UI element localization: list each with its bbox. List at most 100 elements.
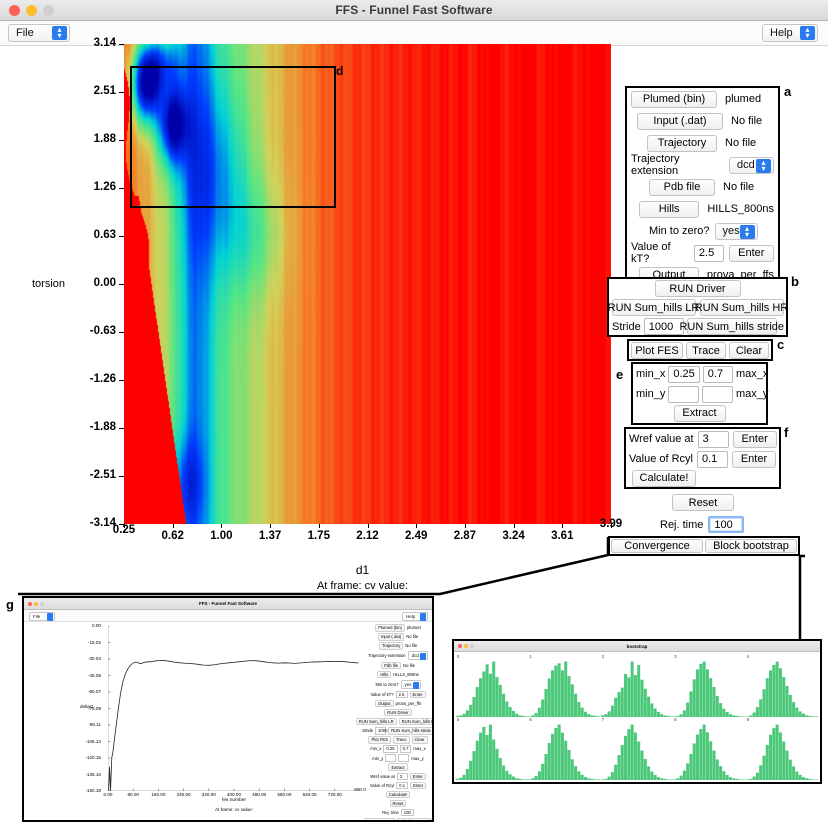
plumed-bin-button[interactable]: Plumed (bin) bbox=[631, 91, 717, 108]
bootstrap-histogram-bar bbox=[634, 732, 637, 780]
min-y-input[interactable] bbox=[668, 386, 699, 403]
bootstrap-histogram-bar bbox=[459, 778, 462, 780]
window-g-button[interactable]: Calculate! bbox=[386, 791, 411, 799]
window-g-input[interactable]: 2.5 bbox=[396, 691, 408, 699]
help-menu-dropdown[interactable]: Help ▴▾ bbox=[762, 24, 818, 42]
min-x-input[interactable]: 0.25 bbox=[668, 366, 699, 383]
fes-x-tick-label: 3.61 bbox=[536, 530, 588, 542]
pdb-file-button[interactable]: Pdb file bbox=[649, 179, 715, 196]
window-g-label: Stride bbox=[362, 728, 373, 733]
row-hills: Hills HILLS_800ns bbox=[627, 198, 778, 220]
bootstrap-histogram-bar bbox=[555, 728, 558, 780]
bootstrap-histogram-bar bbox=[723, 709, 726, 717]
window-g-input[interactable] bbox=[385, 754, 396, 762]
panel-e-letter: e bbox=[616, 367, 623, 382]
bootstrap-histogram-bar bbox=[769, 735, 772, 780]
tab-block-bootstrap[interactable]: Block bootstrap bbox=[705, 539, 797, 553]
convergence-line-plot[interactable] bbox=[108, 626, 360, 791]
bootstrap-histogram-bar bbox=[650, 772, 653, 780]
run-sumhills-hr-button[interactable]: RUN Sum_hills HR bbox=[700, 299, 784, 316]
window-g-button[interactable]: Extract bbox=[388, 763, 407, 771]
bootstrap-histogram-bar bbox=[798, 775, 801, 780]
window-g-button[interactable]: Pdb file bbox=[381, 662, 401, 670]
window-g-input[interactable] bbox=[398, 754, 409, 762]
window-g-input[interactable]: 0.7 bbox=[400, 745, 412, 753]
window-g-button[interactable]: Enter bbox=[410, 691, 426, 699]
window-g-button[interactable]: Convergence bbox=[364, 818, 395, 822]
calculate-button[interactable]: Calculate! bbox=[632, 470, 696, 487]
window-g-button[interactable]: Input (.dat) bbox=[378, 633, 404, 641]
window-g-button[interactable]: Clear bbox=[412, 736, 428, 744]
window-g-button[interactable]: Trace bbox=[393, 736, 410, 744]
window-g-button[interactable]: Plot FES bbox=[368, 736, 391, 744]
kt-enter-button[interactable]: Enter bbox=[729, 245, 774, 262]
max-y-input[interactable] bbox=[702, 386, 733, 403]
hills-button[interactable]: Hills bbox=[639, 201, 699, 218]
reset-button[interactable]: Reset bbox=[672, 494, 734, 511]
window-g-button[interactable]: Trajectory bbox=[379, 642, 403, 650]
bootstrap-histogram-bar bbox=[746, 779, 749, 780]
window-g-help-menu[interactable]: Help bbox=[402, 612, 428, 621]
clear-button[interactable]: Clear bbox=[729, 342, 769, 359]
max-x-input[interactable]: 0.7 bbox=[703, 366, 733, 383]
bootstrap-histogram-bar bbox=[614, 765, 617, 780]
window-g-input[interactable]: 3 bbox=[397, 773, 408, 781]
bootstrap-histogram-bar bbox=[469, 761, 472, 780]
fes-x-tick-mark bbox=[124, 524, 125, 528]
fes-heatmap-plot[interactable]: d bbox=[124, 44, 611, 524]
window-g-input[interactable]: 1000 bbox=[375, 727, 386, 735]
value-of-kt-input[interactable]: 2.5 bbox=[694, 245, 724, 262]
bootstrap-histogram-bar bbox=[482, 672, 485, 717]
window-g-button[interactable]: Reset bbox=[390, 800, 407, 808]
wref-enter-button[interactable]: Enter bbox=[733, 431, 777, 448]
extract-button[interactable]: Extract bbox=[674, 405, 726, 422]
window-g-input[interactable]: 100 bbox=[401, 809, 414, 817]
run-sumhills-lr-button[interactable]: RUN Sum_hills LR bbox=[612, 299, 696, 316]
window-g-select[interactable]: yes bbox=[401, 680, 421, 689]
trace-button[interactable]: Trace bbox=[686, 342, 726, 359]
rej-time-input[interactable]: 100 bbox=[708, 516, 744, 533]
fes-y-tick-label: 0.63 bbox=[94, 229, 116, 241]
bootstrap-histogram-bar bbox=[640, 680, 643, 717]
input-dat-button[interactable]: Input (.dat) bbox=[637, 113, 723, 130]
window-g-control-row: Pdb fileNo file bbox=[366, 662, 430, 670]
window-g-button[interactable]: Enter bbox=[410, 782, 426, 790]
fes-y-tick-label: 1.26 bbox=[94, 181, 116, 193]
window-g-control-row: Stride1000RUN Sum_hills stride bbox=[366, 727, 430, 735]
stride-input[interactable]: 1000 bbox=[644, 318, 684, 335]
window-g-file-menu[interactable]: File bbox=[29, 612, 55, 621]
plot-fes-button[interactable]: Plot FES bbox=[631, 342, 683, 359]
bootstrap-histogram-bar bbox=[676, 778, 679, 780]
fes-y-tick-label: -0.63 bbox=[90, 325, 116, 337]
fes-x-tick-mark bbox=[221, 524, 222, 528]
window-g-button[interactable]: Hills bbox=[377, 671, 391, 679]
trajectory-button[interactable]: Trajectory bbox=[647, 135, 717, 152]
rcyl-enter-button[interactable]: Enter bbox=[732, 451, 776, 468]
run-driver-button[interactable]: RUN Driver bbox=[655, 280, 741, 297]
window-g-select[interactable]: dcd bbox=[408, 651, 428, 660]
window-g-button[interactable]: Block bootstrap bbox=[397, 818, 432, 822]
rcyl-input[interactable]: 0.1 bbox=[697, 451, 728, 468]
trajectory-extension-select[interactable]: dcd ▴▾ bbox=[729, 157, 774, 174]
convergence-y-tick-label: -60.07 bbox=[88, 689, 101, 694]
convergence-y-tick-label: 0.00 bbox=[92, 623, 101, 628]
window-g-control-row: RUN Sum_hills LRRUN Sum_hills HR bbox=[366, 718, 430, 726]
window-g-button[interactable]: RUN Sum_hills stride bbox=[388, 727, 434, 735]
window-g-input[interactable]: 0.25 bbox=[383, 745, 397, 753]
window-g-button[interactable]: Enter bbox=[410, 773, 426, 781]
bootstrap-histogram-bar bbox=[489, 674, 492, 717]
window-g-button[interactable]: RUN Sum_hills LR bbox=[356, 718, 397, 726]
window-g-input[interactable]: 0.1 bbox=[396, 782, 408, 790]
window-g-button[interactable]: RUN Sum_hills HR bbox=[399, 718, 434, 726]
window-g-button[interactable]: Plumed (bin) bbox=[375, 624, 405, 632]
window-g-button[interactable]: RUN Driver bbox=[384, 709, 411, 717]
window-g-button[interactable]: Output bbox=[375, 700, 394, 708]
wref-input[interactable]: 3 bbox=[698, 431, 729, 448]
file-menu-dropdown[interactable]: File ▴▾ bbox=[8, 24, 70, 42]
fes-y-tick-mark bbox=[119, 188, 124, 189]
bootstrap-histogram-svg bbox=[456, 717, 528, 780]
run-sumhills-stride-button[interactable]: RUN Sum_hills stride bbox=[687, 318, 777, 335]
selection-rectangle[interactable] bbox=[130, 66, 336, 208]
min-to-zero-select[interactable]: yes ▴▾ bbox=[715, 223, 758, 240]
tab-convergence[interactable]: Convergence bbox=[611, 539, 703, 553]
